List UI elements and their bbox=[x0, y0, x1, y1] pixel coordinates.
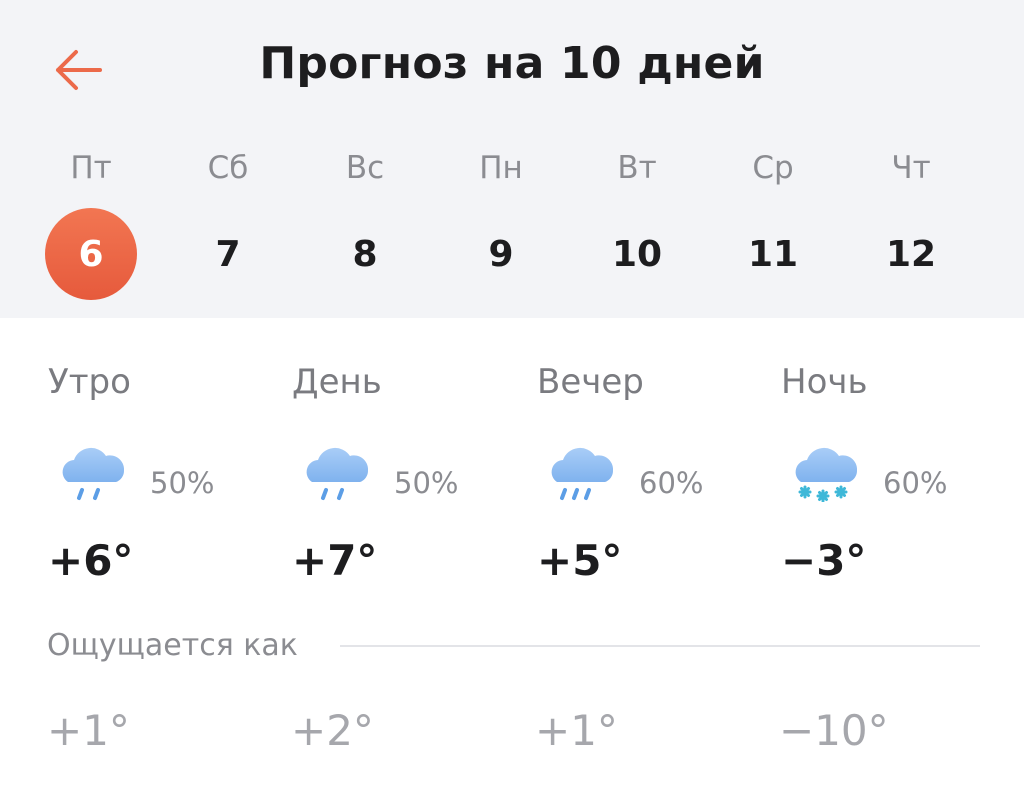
header-panel: Прогноз на 10 дней Пт 6 Сб 7 Вс 8 Пн 9 В… bbox=[0, 0, 1024, 318]
precipitation-probability: 50% bbox=[394, 466, 459, 500]
precipitation-probability: 60% bbox=[639, 466, 704, 500]
day-tab-0[interactable]: Пт 6 bbox=[36, 150, 146, 310]
day-tab-1[interactable]: Сб 7 bbox=[173, 150, 283, 310]
cloud-rain-icon bbox=[62, 447, 125, 500]
day-of-week: Вс bbox=[345, 150, 385, 186]
period-night: Ночь 60% −3° bbox=[781, 362, 1011, 602]
day-of-week: Ср bbox=[752, 150, 794, 186]
day-tab-3[interactable]: Пн 9 bbox=[446, 150, 556, 310]
feels-like-label: Ощущается как bbox=[47, 628, 298, 663]
feels-like-day: +2° bbox=[291, 706, 374, 755]
period-evening: Вечер 60% +5° bbox=[537, 362, 767, 602]
day-of-week: Пт bbox=[70, 150, 112, 186]
temperature: +7° bbox=[292, 536, 378, 585]
period-name: Ночь bbox=[781, 362, 868, 402]
day-tab-6[interactable]: Чт 12 bbox=[856, 150, 966, 310]
period-name: Утро bbox=[48, 362, 131, 402]
day-number: 9 bbox=[488, 233, 514, 275]
cloud-rain-icon bbox=[306, 447, 369, 500]
feels-like-evening: +1° bbox=[535, 706, 618, 755]
period-name: Вечер bbox=[537, 362, 644, 402]
day-tab-4[interactable]: Вт 10 bbox=[582, 150, 692, 310]
day-of-week: Пн bbox=[479, 150, 523, 186]
day-of-week: Вт bbox=[617, 150, 657, 186]
day-number: 6 bbox=[45, 208, 137, 300]
page-title: Прогноз на 10 дней bbox=[259, 38, 765, 89]
day-of-week: Сб bbox=[207, 150, 249, 186]
precipitation-probability: 60% bbox=[883, 466, 948, 500]
feels-like-morning: +1° bbox=[47, 706, 130, 755]
day-number: 11 bbox=[747, 233, 799, 275]
feels-like-night: −10° bbox=[779, 706, 889, 755]
day-number: 12 bbox=[885, 233, 937, 275]
day-number: 7 bbox=[215, 233, 241, 275]
period-morning: Утро 50% +6° bbox=[48, 362, 278, 602]
period-day: День 50% +7° bbox=[292, 362, 522, 602]
temperature: +6° bbox=[48, 536, 134, 585]
cloud-heavy-rain-icon bbox=[551, 447, 614, 500]
day-of-week: Чт bbox=[891, 150, 931, 186]
day-number: 8 bbox=[352, 233, 378, 275]
temperature: −3° bbox=[781, 536, 867, 585]
day-number: 10 bbox=[611, 233, 663, 275]
precipitation-probability: 50% bbox=[150, 466, 215, 500]
period-name: День bbox=[292, 362, 382, 402]
day-tab-5[interactable]: Ср 11 bbox=[718, 150, 828, 310]
cloud-snow-icon bbox=[795, 447, 858, 502]
temperature: +5° bbox=[537, 536, 623, 585]
day-tab-2[interactable]: Вс 8 bbox=[310, 150, 420, 310]
divider bbox=[340, 645, 980, 647]
